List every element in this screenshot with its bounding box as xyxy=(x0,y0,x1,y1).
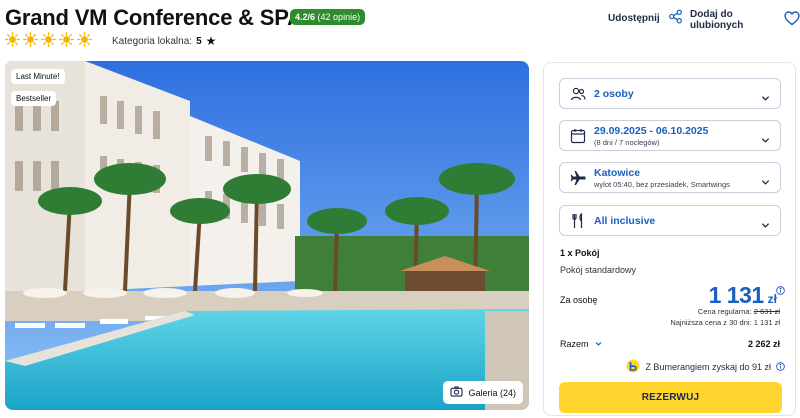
sun-rating xyxy=(5,32,92,47)
flight-details: wylot 05:40, bez przesiadek, Smartwings xyxy=(594,179,730,189)
last-minute-badge: Last Minute! xyxy=(11,69,65,84)
total-label: Razem xyxy=(560,339,589,349)
share-button[interactable]: Udostępnij xyxy=(608,9,683,27)
departure-city: Katowice xyxy=(594,166,641,179)
camera-icon xyxy=(450,386,464,399)
sun-icon xyxy=(59,32,74,47)
bumerang-text: Z Bumerangiem zyskaj do 91 zł xyxy=(645,362,771,372)
hotel-pool-image xyxy=(5,61,529,410)
board-selector[interactable]: All inclusive xyxy=(559,205,781,236)
departure-selector[interactable]: Katowice wylot 05:40, bez przesiadek, Sm… xyxy=(559,162,781,193)
room-type: Pokój standardowy xyxy=(560,265,637,275)
total-toggle[interactable]: Razem xyxy=(560,339,602,349)
chevron-down-icon xyxy=(761,173,770,185)
people-icon xyxy=(570,86,586,102)
total-price: 2 262 zł xyxy=(747,339,780,349)
regular-price-value: 2 631 zł xyxy=(753,307,780,316)
room-count: 1 x Pokój xyxy=(560,248,600,258)
sun-icon xyxy=(23,32,38,47)
bumerang-logo-icon xyxy=(626,359,640,375)
chevron-down-icon xyxy=(761,89,770,101)
heart-icon xyxy=(784,11,800,29)
share-label: Udostępnij xyxy=(608,12,660,24)
dates-selector[interactable]: 29.09.2025 - 06.10.2025 (8 dni / 7 nocle… xyxy=(559,120,781,151)
regular-price: Cena regularna: 2 631 zł xyxy=(698,307,780,316)
reserve-button[interactable]: REZERWUJ xyxy=(559,382,782,413)
sun-icon xyxy=(41,32,56,47)
lowest-price-30-days: Najniższa cena z 30 dni: 1 131 zł xyxy=(670,318,780,327)
info-icon[interactable] xyxy=(776,361,785,373)
price-per-person: 1 131 zł xyxy=(709,282,777,309)
dates-duration: (8 dni / 7 noclegów) xyxy=(594,137,660,147)
favorites-label: Dodaj do ulubionych xyxy=(690,9,744,31)
bumerang-offer: Z Bumerangiem zyskaj do 91 zł xyxy=(626,359,785,375)
gallery-button[interactable]: Galeria (24) xyxy=(443,381,523,404)
category-value: 5 xyxy=(196,35,202,47)
sun-icon xyxy=(5,32,20,47)
calendar-icon xyxy=(570,128,586,144)
airplane-icon xyxy=(570,170,586,186)
gallery-label: Galeria (24) xyxy=(468,387,516,398)
chevron-down-icon xyxy=(761,216,770,228)
add-to-favorites-button[interactable]: Dodaj do ulubionych xyxy=(690,9,800,31)
chevron-down-icon xyxy=(761,131,770,143)
booking-panel: 2 osoby 29.09.2025 - 06.10.2025 (8 dni /… xyxy=(543,62,796,416)
bestseller-badge: Bestseller xyxy=(11,91,57,106)
rating-value: 4.2/6 xyxy=(295,12,316,22)
share-icon xyxy=(668,9,683,27)
guests-selector[interactable]: 2 osoby xyxy=(559,78,781,109)
info-icon[interactable] xyxy=(776,282,785,295)
category-label: Kategoria lokalna: xyxy=(112,35,193,47)
chevron-down-icon xyxy=(595,339,602,349)
local-category: Kategoria lokalna: 5 ★ xyxy=(112,35,216,47)
dates-value: 29.09.2025 - 06.10.2025 xyxy=(594,124,709,137)
guests-value: 2 osoby xyxy=(594,87,634,100)
sun-icon xyxy=(77,32,92,47)
per-person-label: Za osobę xyxy=(560,295,598,305)
review-count: (42 opinie) xyxy=(317,12,361,22)
hotel-title: Grand VM Conference & SPA xyxy=(5,5,303,30)
hotel-photo[interactable]: Last Minute! Bestseller Galeria (24) xyxy=(5,61,529,410)
price-amount: 1 131 xyxy=(708,282,765,308)
rating-badge[interactable]: 4.2/6 (42 opinie) xyxy=(290,9,366,25)
regular-price-label: Cena regularna: xyxy=(697,307,752,316)
board-value: All inclusive xyxy=(594,214,656,227)
cutlery-icon xyxy=(570,212,586,229)
star-icon: ★ xyxy=(205,34,217,48)
